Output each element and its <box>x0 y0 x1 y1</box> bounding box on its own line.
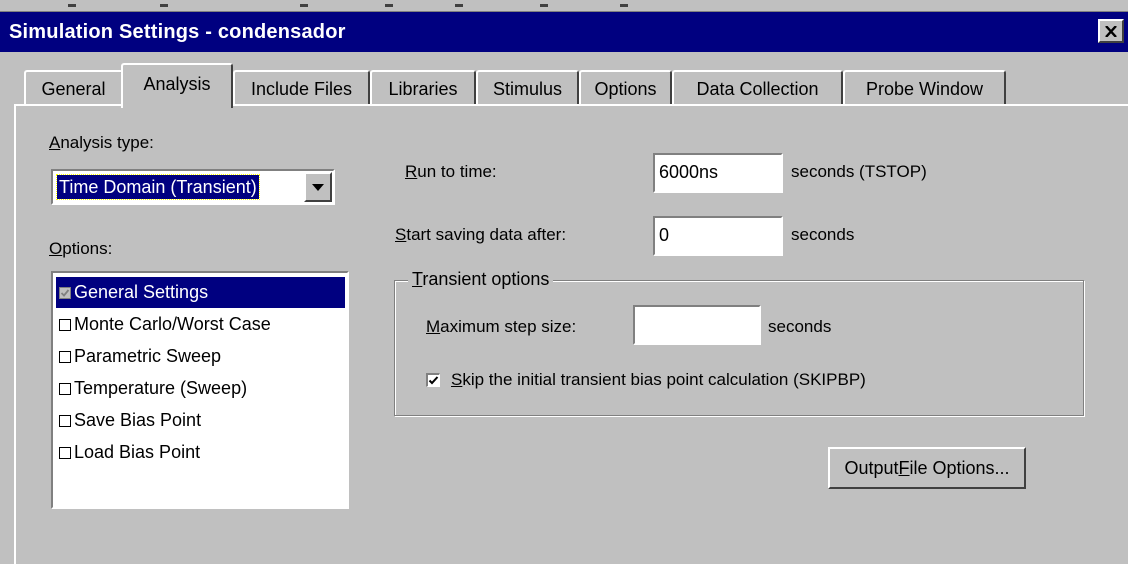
skip-bias-label[interactable]: Skip the initial transient bias point ca… <box>451 370 866 390</box>
checkbox-icon[interactable] <box>59 446 71 459</box>
tab-libraries[interactable]: Libraries <box>370 70 476 106</box>
run-to-time-input[interactable]: 6000ns <box>653 153 783 193</box>
close-icon <box>1105 25 1117 37</box>
list-item-label: Temperature (Sweep) <box>74 378 248 398</box>
list-item-parametric-sweep[interactable]: Parametric Sweep <box>56 341 345 372</box>
checkbox-icon[interactable] <box>59 414 71 427</box>
list-item-save-bias-point[interactable]: Save Bias Point <box>56 405 345 436</box>
background-window-strip <box>0 0 1128 12</box>
list-item-label: Load Bias Point <box>74 442 201 462</box>
window-title: Simulation Settings - condensador <box>9 21 346 43</box>
tab-label: Probe Window <box>865 78 984 99</box>
close-button[interactable] <box>1098 19 1124 43</box>
tab-label: Options <box>594 78 657 99</box>
dropdown-button[interactable] <box>304 172 332 202</box>
chevron-down-icon <box>312 183 324 191</box>
strip-mark <box>385 4 393 7</box>
strip-mark <box>160 4 168 7</box>
max-step-input[interactable] <box>633 305 761 345</box>
transient-options-group <box>394 280 1084 416</box>
list-item-label: General Settings <box>74 282 209 302</box>
start-saving-label: Start saving data after: <box>395 225 567 244</box>
tab-label: Include Files <box>250 78 353 99</box>
max-step-label: Maximum step size: <box>426 317 577 336</box>
analysis-type-value: Time Domain (Transient) <box>56 174 260 200</box>
tab-label: Analysis <box>143 74 211 94</box>
list-item-label: Save Bias Point <box>74 410 202 430</box>
tab-data-collection[interactable]: Data Collection <box>672 70 843 106</box>
run-to-time-units: seconds (TSTOP) <box>791 162 927 181</box>
tab-general[interactable]: General <box>24 70 123 106</box>
analysis-type-label: Analysis type: <box>49 133 154 152</box>
checkmark-icon <box>428 376 439 385</box>
tab-probe-window[interactable]: Probe Window <box>843 70 1006 106</box>
list-item-label: Parametric Sweep <box>74 346 222 366</box>
tab-label: Data Collection <box>696 78 819 99</box>
start-saving-input[interactable]: 0 <box>653 216 783 256</box>
strip-mark <box>68 4 76 7</box>
run-to-time-label: Run to time: <box>405 162 497 181</box>
list-item-general-settings[interactable]: General Settings <box>56 277 345 308</box>
options-list[interactable]: General Settings Monte Carlo/Worst Case … <box>51 271 349 509</box>
output-file-options-button[interactable]: Output File Options... <box>828 447 1026 489</box>
checkbox-icon[interactable] <box>59 382 71 395</box>
checkbox-icon[interactable] <box>59 318 71 331</box>
list-item-temperature-sweep[interactable]: Temperature (Sweep) <box>56 373 345 404</box>
strip-mark <box>300 4 308 7</box>
transient-options-title: Transient options <box>408 269 554 290</box>
checkbox-icon <box>59 286 71 299</box>
tab-stimulus[interactable]: Stimulus <box>476 70 579 106</box>
tab-include-files[interactable]: Include Files <box>233 70 370 106</box>
list-item-monte-carlo[interactable]: Monte Carlo/Worst Case <box>56 309 345 340</box>
strip-mark <box>455 4 463 7</box>
options-label: Options: <box>49 239 113 258</box>
checkbox-icon[interactable] <box>59 350 71 363</box>
strip-mark <box>620 4 628 7</box>
tab-options[interactable]: Options <box>579 70 672 106</box>
start-saving-units: seconds <box>791 225 855 244</box>
tab-label: General <box>41 78 106 99</box>
max-step-units: seconds <box>768 317 832 336</box>
title-bar[interactable]: Simulation Settings - condensador <box>0 12 1128 52</box>
strip-mark <box>540 4 548 7</box>
tab-label: Stimulus <box>492 78 563 99</box>
list-item-label: Monte Carlo/Worst Case <box>74 314 271 334</box>
analysis-type-select[interactable]: Time Domain (Transient) <box>51 169 335 205</box>
skip-bias-checkbox[interactable] <box>426 373 440 387</box>
list-item-load-bias-point[interactable]: Load Bias Point <box>56 437 345 468</box>
tab-label: Libraries <box>388 78 458 99</box>
tab-analysis[interactable]: Analysis <box>121 63 233 108</box>
